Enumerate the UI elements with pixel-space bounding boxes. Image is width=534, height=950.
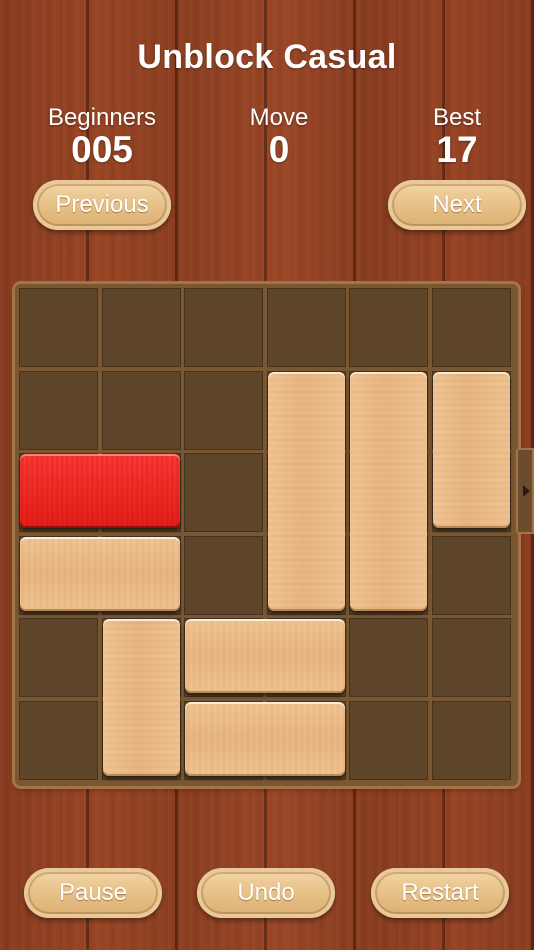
level-label: Beginners bbox=[47, 104, 157, 131]
board-cell bbox=[19, 288, 98, 367]
board-cell bbox=[349, 700, 428, 780]
board-cell bbox=[431, 535, 511, 615]
target-block[interactable] bbox=[20, 454, 180, 528]
board-cell bbox=[349, 288, 428, 367]
move-label: Move bbox=[249, 104, 309, 131]
board-cell bbox=[184, 453, 263, 532]
wood-block[interactable] bbox=[350, 371, 427, 611]
best-value: 17 bbox=[436, 129, 478, 170]
level-value: 005 bbox=[71, 129, 133, 170]
wood-block[interactable] bbox=[102, 619, 180, 776]
board-cell bbox=[19, 700, 98, 780]
board-cell bbox=[101, 370, 181, 450]
wood-block[interactable] bbox=[20, 536, 180, 611]
board-cell bbox=[431, 700, 511, 780]
board-cell bbox=[101, 288, 181, 367]
board-cell bbox=[184, 370, 263, 450]
board-cell bbox=[184, 535, 263, 615]
undo-button[interactable]: Undo bbox=[197, 868, 335, 918]
exit-arrow-icon bbox=[523, 485, 530, 497]
best-stat: Best 17 bbox=[382, 104, 532, 168]
board-cell bbox=[349, 618, 428, 697]
wood-block[interactable] bbox=[185, 701, 345, 776]
board-cell bbox=[184, 288, 263, 367]
next-button[interactable]: Next bbox=[388, 180, 526, 230]
move-stat: Move 0 bbox=[204, 104, 354, 168]
wood-block[interactable] bbox=[267, 371, 345, 611]
board-cell bbox=[431, 618, 511, 697]
exit-gate bbox=[516, 448, 534, 534]
best-label: Best bbox=[432, 104, 482, 131]
board-cell bbox=[19, 618, 98, 697]
game-title: Unblock Casual bbox=[137, 38, 397, 76]
board-cell bbox=[431, 288, 511, 367]
move-count: 0 bbox=[268, 129, 290, 170]
board-cell bbox=[266, 288, 346, 367]
restart-button[interactable]: Restart bbox=[371, 868, 509, 918]
pause-button[interactable]: Pause bbox=[24, 868, 162, 918]
level-stat: Beginners 005 bbox=[27, 104, 177, 168]
wood-block[interactable] bbox=[185, 619, 345, 693]
wood-block[interactable] bbox=[432, 371, 510, 528]
board-cell bbox=[19, 370, 98, 450]
puzzle-board bbox=[15, 284, 518, 786]
previous-button[interactable]: Previous bbox=[33, 180, 171, 230]
